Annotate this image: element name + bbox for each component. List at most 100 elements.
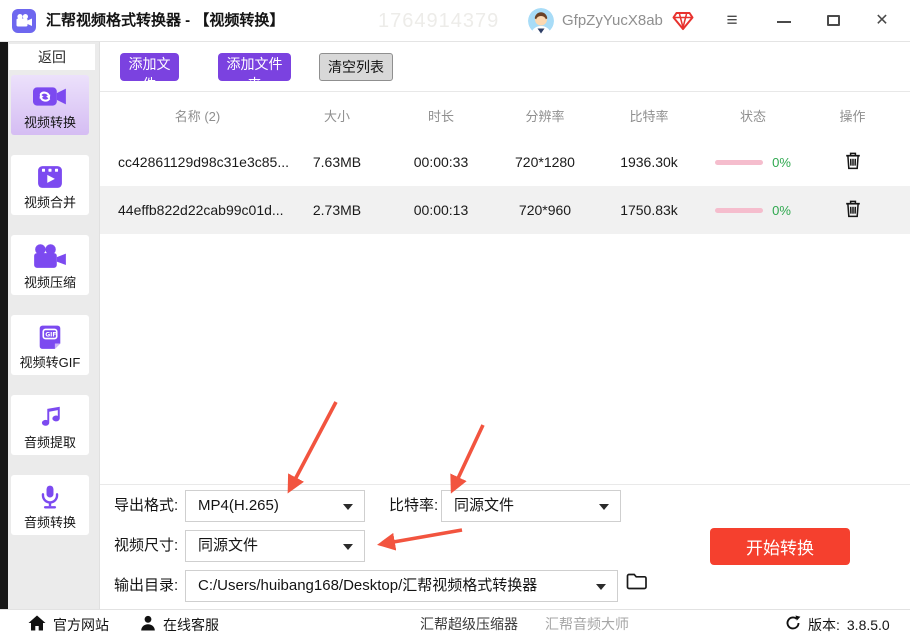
start-convert-button[interactable]: 开始转换 xyxy=(710,528,850,565)
file-name: 44effb822d22cab99c01d... xyxy=(118,202,284,218)
sidebar-item-label: 视频转GIF xyxy=(19,355,81,370)
progress-bar xyxy=(715,159,764,165)
chevron-down-icon xyxy=(599,504,609,510)
sidebar-item-label: 音频转换 xyxy=(23,515,76,530)
file-duration: 00:00:33 xyxy=(413,154,469,170)
back-button[interactable]: 返回 xyxy=(9,44,95,70)
file-resolution: 720*960 xyxy=(518,202,572,218)
output-dir-dropdown[interactable]: C:/Users/huibang168/Desktop/汇帮视频格式转换器 xyxy=(185,570,618,602)
version-info: 版本: 3.8.5.0 xyxy=(785,609,890,640)
col-size: 大小 xyxy=(323,108,350,124)
add-file-button[interactable]: 添加文件 xyxy=(120,53,179,92)
chevron-down-icon xyxy=(596,584,606,590)
file-duration: 00:00:13 xyxy=(413,202,469,218)
sidebar-item-audio-extract[interactable]: 音频提取 xyxy=(11,395,89,455)
file-size: 7.63MB xyxy=(312,154,362,170)
menu-icon[interactable]: ≡ xyxy=(718,0,746,42)
video-size-dropdown[interactable]: 同源文件 xyxy=(185,530,365,562)
user-avatar[interactable] xyxy=(528,8,554,34)
sidebar-item-label: 视频转换 xyxy=(23,115,76,130)
output-dir-value: C:/Users/huibang168/Desktop/汇帮视频格式转换器 xyxy=(198,577,538,594)
gif-icon: GIF xyxy=(35,324,65,355)
chevron-down-icon xyxy=(343,544,353,550)
promo-super-compressor-link[interactable]: 汇帮超级压缩器 xyxy=(420,609,518,640)
col-status: 状态 xyxy=(739,108,766,124)
trash-icon xyxy=(845,152,861,173)
export-format-label: 导出格式: xyxy=(114,497,179,514)
file-status: 0% xyxy=(701,203,805,218)
progress-percent: 0% xyxy=(772,202,791,218)
video-convert-icon xyxy=(33,84,67,114)
version-label: 版本: xyxy=(808,616,840,633)
username[interactable]: GfpZyYucX8ab xyxy=(562,0,663,42)
bitrate-label: 比特率: xyxy=(389,497,439,514)
col-resolution: 分辨率 xyxy=(525,108,565,124)
home-icon xyxy=(28,615,46,634)
svg-text:GIF: GIF xyxy=(45,332,56,339)
progress-bar xyxy=(715,207,764,213)
delete-file-button[interactable] xyxy=(843,198,863,223)
table-header: 名称 (2) 大小 时长 分辨率 比特率 状态 操作 xyxy=(110,92,900,138)
export-format-value: MP4(H.265) xyxy=(198,497,279,514)
file-name: cc42861129d98c31e3c85... xyxy=(118,154,289,170)
file-bitrate: 1750.83k xyxy=(620,202,678,218)
version-value: 3.8.5.0 xyxy=(846,616,890,633)
table-row[interactable]: 44effb822d22cab99c01d... 2.73MB 00:00:13… xyxy=(100,186,910,234)
table-row[interactable]: cc42861129d98c31e3c85... 7.63MB 00:00:33… xyxy=(100,138,910,186)
arrow-to-video-size xyxy=(377,528,463,551)
browse-folder-button[interactable] xyxy=(626,572,648,593)
sidebar-item-video-to-gif[interactable]: GIF 视频转GIF xyxy=(11,315,89,375)
progress-percent: 0% xyxy=(772,154,791,170)
sidebar-item-label: 视频合并 xyxy=(23,195,76,210)
maximize-icon[interactable] xyxy=(820,0,848,42)
clear-list-button[interactable]: 清空列表 xyxy=(319,53,393,81)
sidebar-item-video-convert[interactable]: 视频转换 xyxy=(11,75,89,135)
video-size-label: 视频尺寸: xyxy=(114,537,179,554)
divider xyxy=(100,484,910,485)
sidebar-item-video-compress[interactable]: 视频压缩 xyxy=(11,235,89,295)
chevron-down-icon xyxy=(343,504,353,510)
promo-audio-master-link[interactable]: 汇帮音频大师 xyxy=(545,609,629,640)
app-window: 汇帮视频格式转换器 - 【视频转换】 1764914379 GfpZyYucX8… xyxy=(0,0,910,640)
person-icon xyxy=(140,615,156,634)
official-website-label: 官方网站 xyxy=(53,616,109,633)
vip-badge-icon[interactable] xyxy=(672,11,694,31)
folder-icon xyxy=(626,572,648,593)
video-size-value: 同源文件 xyxy=(198,537,259,554)
file-status: 0% xyxy=(701,155,805,170)
col-bitrate: 比特率 xyxy=(629,108,669,124)
delete-file-button[interactable] xyxy=(843,150,863,175)
video-compress-icon xyxy=(33,244,67,274)
add-folder-button[interactable]: 添加文件夹 xyxy=(218,53,291,92)
sidebar-item-label: 视频压缩 xyxy=(23,275,76,290)
bitrate-value: 同源文件 xyxy=(454,497,515,514)
online-service-link[interactable]: 在线客服 xyxy=(140,609,219,640)
file-bitrate: 1936.30k xyxy=(620,154,678,170)
online-service-label: 在线客服 xyxy=(163,616,219,633)
sidebar-item-label: 音频提取 xyxy=(23,435,76,450)
bitrate-dropdown[interactable]: 同源文件 xyxy=(441,490,621,522)
file-size: 2.73MB xyxy=(312,202,362,218)
col-duration: 时长 xyxy=(427,108,454,124)
output-dir-label: 输出目录: xyxy=(114,577,179,594)
close-icon[interactable]: ✕ xyxy=(868,0,896,42)
sidebar-item-video-merge[interactable]: 视频合并 xyxy=(11,155,89,215)
file-resolution: 720*1280 xyxy=(515,154,575,170)
official-website-link[interactable]: 官方网站 xyxy=(28,609,109,640)
sidebar-item-audio-convert[interactable]: 音频转换 xyxy=(11,475,89,535)
minimize-icon[interactable] xyxy=(770,0,798,42)
refresh-icon[interactable] xyxy=(785,615,801,634)
arrow-to-export-format xyxy=(287,401,338,494)
app-logo-icon xyxy=(12,9,36,33)
video-merge-icon xyxy=(35,164,65,195)
trash-icon xyxy=(845,200,861,221)
watermark: 1764914379 xyxy=(378,10,500,32)
col-action: 操作 xyxy=(839,108,866,124)
microphone-icon xyxy=(37,484,63,515)
col-name: 名称 (2) xyxy=(174,108,221,124)
export-format-dropdown[interactable]: MP4(H.265) xyxy=(185,490,365,522)
left-edge-strip xyxy=(0,42,8,609)
music-note-icon xyxy=(36,404,64,435)
window-title: 汇帮视频格式转换器 - 【视频转换】 xyxy=(46,12,285,29)
arrow-to-bitrate xyxy=(450,424,485,494)
